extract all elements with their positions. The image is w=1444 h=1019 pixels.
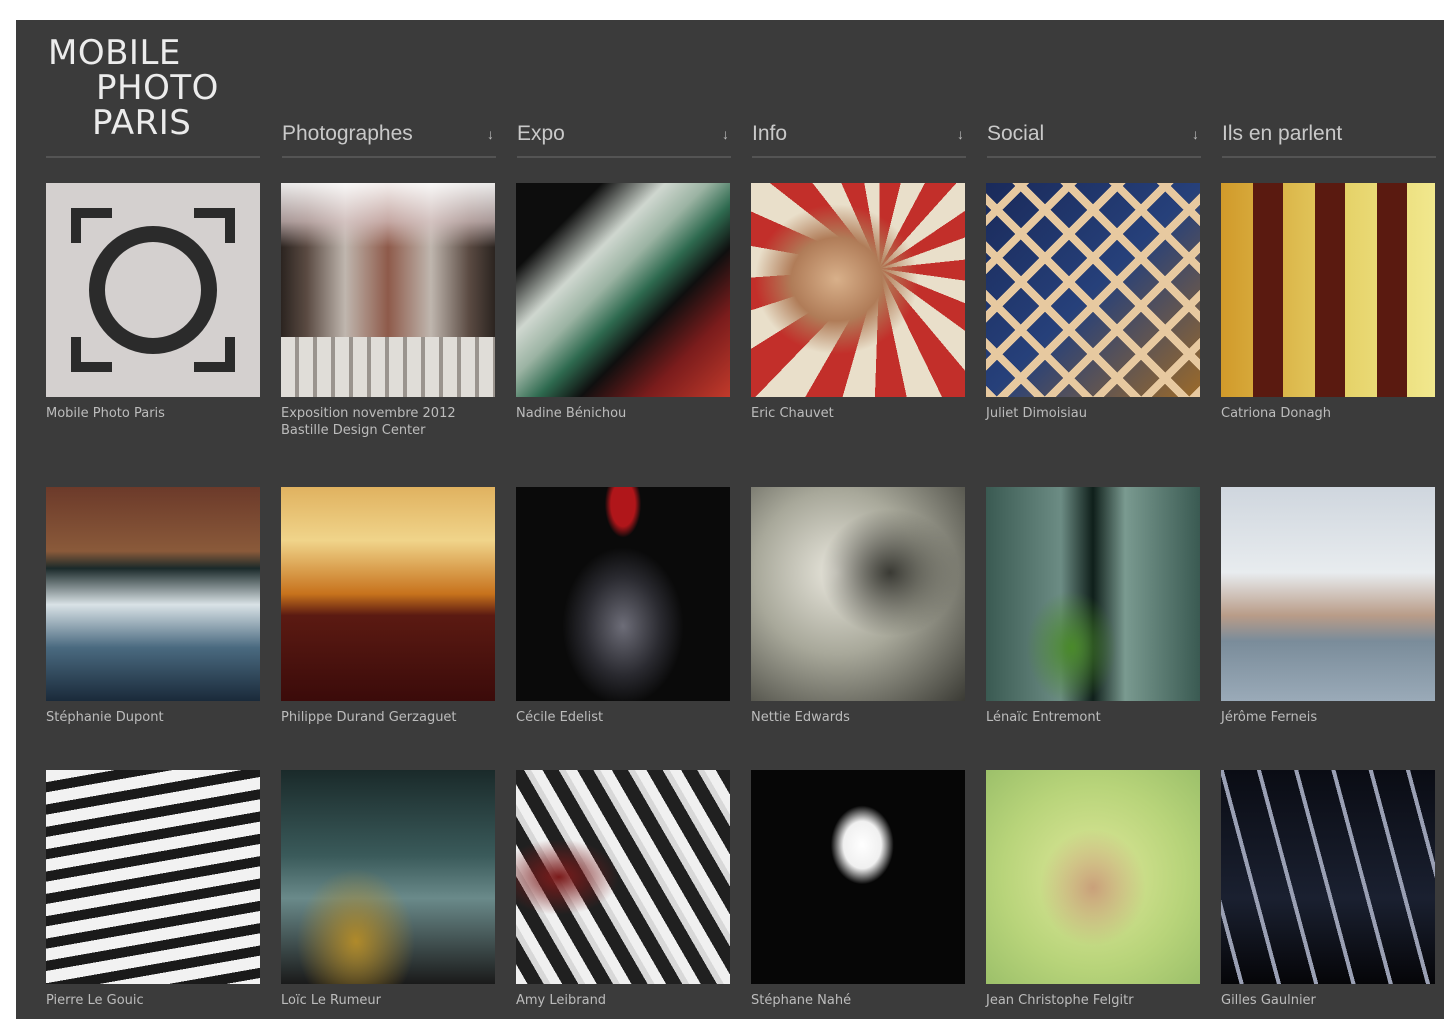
- arrow-down-icon: ↓: [957, 126, 964, 142]
- tile-caption: Nettie Edwards: [751, 710, 850, 725]
- grid-tile[interactable]: Jérôme Ferneis: [1221, 487, 1435, 726]
- tile-caption: Gilles Gaulnier: [1221, 993, 1316, 1008]
- nav-label: Photographes: [282, 122, 413, 145]
- photo-thumbnail[interactable]: [46, 487, 260, 701]
- photo-thumbnail[interactable]: [46, 770, 260, 984]
- nav-ils-en-parlent[interactable]: Ils en parlent: [1222, 112, 1436, 158]
- tile-caption: Juliet Dimoisiau: [986, 406, 1087, 421]
- tile-caption: Nadine Bénichou: [516, 406, 627, 421]
- tile-caption: Catriona Donagh: [1221, 406, 1332, 421]
- tile-caption: Jean Christophe Felgitr: [986, 993, 1134, 1008]
- site-logo[interactable]: MOBILE PHOTO PARIS: [48, 36, 219, 141]
- tile-caption: Cécile Edelist: [516, 710, 604, 725]
- tile-caption: Pierre Le Gouic: [46, 993, 144, 1008]
- grid-tile[interactable]: Amy Leibrand: [516, 770, 730, 1009]
- tile-caption: Jérôme Ferneis: [1221, 710, 1318, 725]
- grid-tile[interactable]: Cécile Edelist: [516, 487, 730, 726]
- nav-social[interactable]: Social ↓: [987, 112, 1201, 158]
- photo-thumbnail[interactable]: [751, 770, 965, 984]
- grid-tile[interactable]: Eric Chauvet: [751, 183, 965, 422]
- tile-caption: Eric Chauvet: [751, 406, 834, 421]
- photo-thumbnail[interactable]: [986, 183, 1200, 397]
- tile-caption: Stéphanie Dupont: [46, 710, 164, 725]
- arrow-down-icon: ↓: [487, 126, 494, 142]
- tile-caption: Lénaïc Entremont: [986, 710, 1101, 725]
- grid-tile[interactable]: Nadine Bénichou: [516, 183, 730, 422]
- grid-tile[interactable]: Stéphane Nahé: [751, 770, 965, 1009]
- tile-caption: Loïc Le Rumeur: [281, 993, 381, 1008]
- logo-line-3: PARIS: [92, 103, 192, 143]
- camera-aperture-icon: [46, 183, 260, 397]
- tile-caption: Stéphane Nahé: [751, 993, 852, 1008]
- grid-tile[interactable]: Jean Christophe Felgitr: [986, 770, 1200, 1009]
- grid-tile[interactable]: Gilles Gaulnier: [1221, 770, 1435, 1009]
- grid-tile[interactable]: Nettie Edwards: [751, 487, 965, 726]
- grid-tile[interactable]: Exposition novembre 2012 Bastille Design…: [281, 183, 495, 439]
- logo-line-2: PHOTO: [96, 68, 219, 108]
- nav-info[interactable]: Info ↓: [752, 112, 966, 158]
- tile-caption: Exposition novembre 2012 Bastille Design…: [281, 405, 495, 439]
- grid-tile[interactable]: Philippe Durand Gerzaguet: [281, 487, 495, 726]
- grid-tile[interactable]: Lénaïc Entremont: [986, 487, 1200, 726]
- grid-tile[interactable]: Pierre Le Gouic: [46, 770, 260, 1009]
- caption-line-1: Exposition novembre 2012: [281, 406, 456, 421]
- caption-line-2: Bastille Design Center: [281, 423, 426, 438]
- grid-tile[interactable]: Juliet Dimoisiau: [986, 183, 1200, 422]
- photo-thumbnail[interactable]: [1221, 770, 1435, 984]
- nav-expo[interactable]: Expo ↓: [517, 112, 731, 158]
- photo-thumbnail[interactable]: [281, 770, 495, 984]
- nav-label: Ils en parlent: [1222, 122, 1343, 145]
- photo-thumbnail[interactable]: [751, 183, 965, 397]
- grid-tile[interactable]: Loïc Le Rumeur: [281, 770, 495, 1009]
- photo-thumbnail[interactable]: [516, 770, 730, 984]
- arrow-down-icon: ↓: [722, 126, 729, 142]
- logo-divider: [46, 156, 260, 158]
- grid-tile[interactable]: Stéphanie Dupont: [46, 487, 260, 726]
- tile-caption: Amy Leibrand: [516, 993, 607, 1008]
- tile-caption: Mobile Photo Paris: [46, 406, 165, 421]
- nav-label: Info: [752, 122, 788, 145]
- nav-photographes[interactable]: Photographes ↓: [282, 112, 496, 158]
- page: MOBILE PHOTO PARIS Photographes ↓ Expo ↓…: [16, 20, 1444, 1019]
- grid-tile[interactable]: Catriona Donagh: [1221, 183, 1435, 422]
- photo-thumbnail[interactable]: [986, 770, 1200, 984]
- photo-thumbnail[interactable]: [516, 487, 730, 701]
- arrow-down-icon: ↓: [1192, 126, 1199, 142]
- mobile-photo-paris-logo-tile[interactable]: [46, 183, 260, 397]
- grid-tile[interactable]: Mobile Photo Paris: [46, 183, 260, 422]
- photo-thumbnail[interactable]: [281, 487, 495, 701]
- photo-thumbnail[interactable]: [751, 487, 965, 701]
- photo-thumbnail[interactable]: [281, 183, 495, 397]
- photo-thumbnail[interactable]: [516, 183, 730, 397]
- tile-caption: Philippe Durand Gerzaguet: [281, 710, 457, 725]
- photo-thumbnail[interactable]: [1221, 487, 1435, 701]
- photo-thumbnail[interactable]: [986, 487, 1200, 701]
- photo-thumbnail[interactable]: [1221, 183, 1435, 397]
- logo-line-1: MOBILE: [48, 33, 181, 73]
- nav-label: Social: [987, 122, 1045, 145]
- nav-label: Expo: [517, 122, 565, 145]
- photo-detail: [281, 337, 495, 397]
